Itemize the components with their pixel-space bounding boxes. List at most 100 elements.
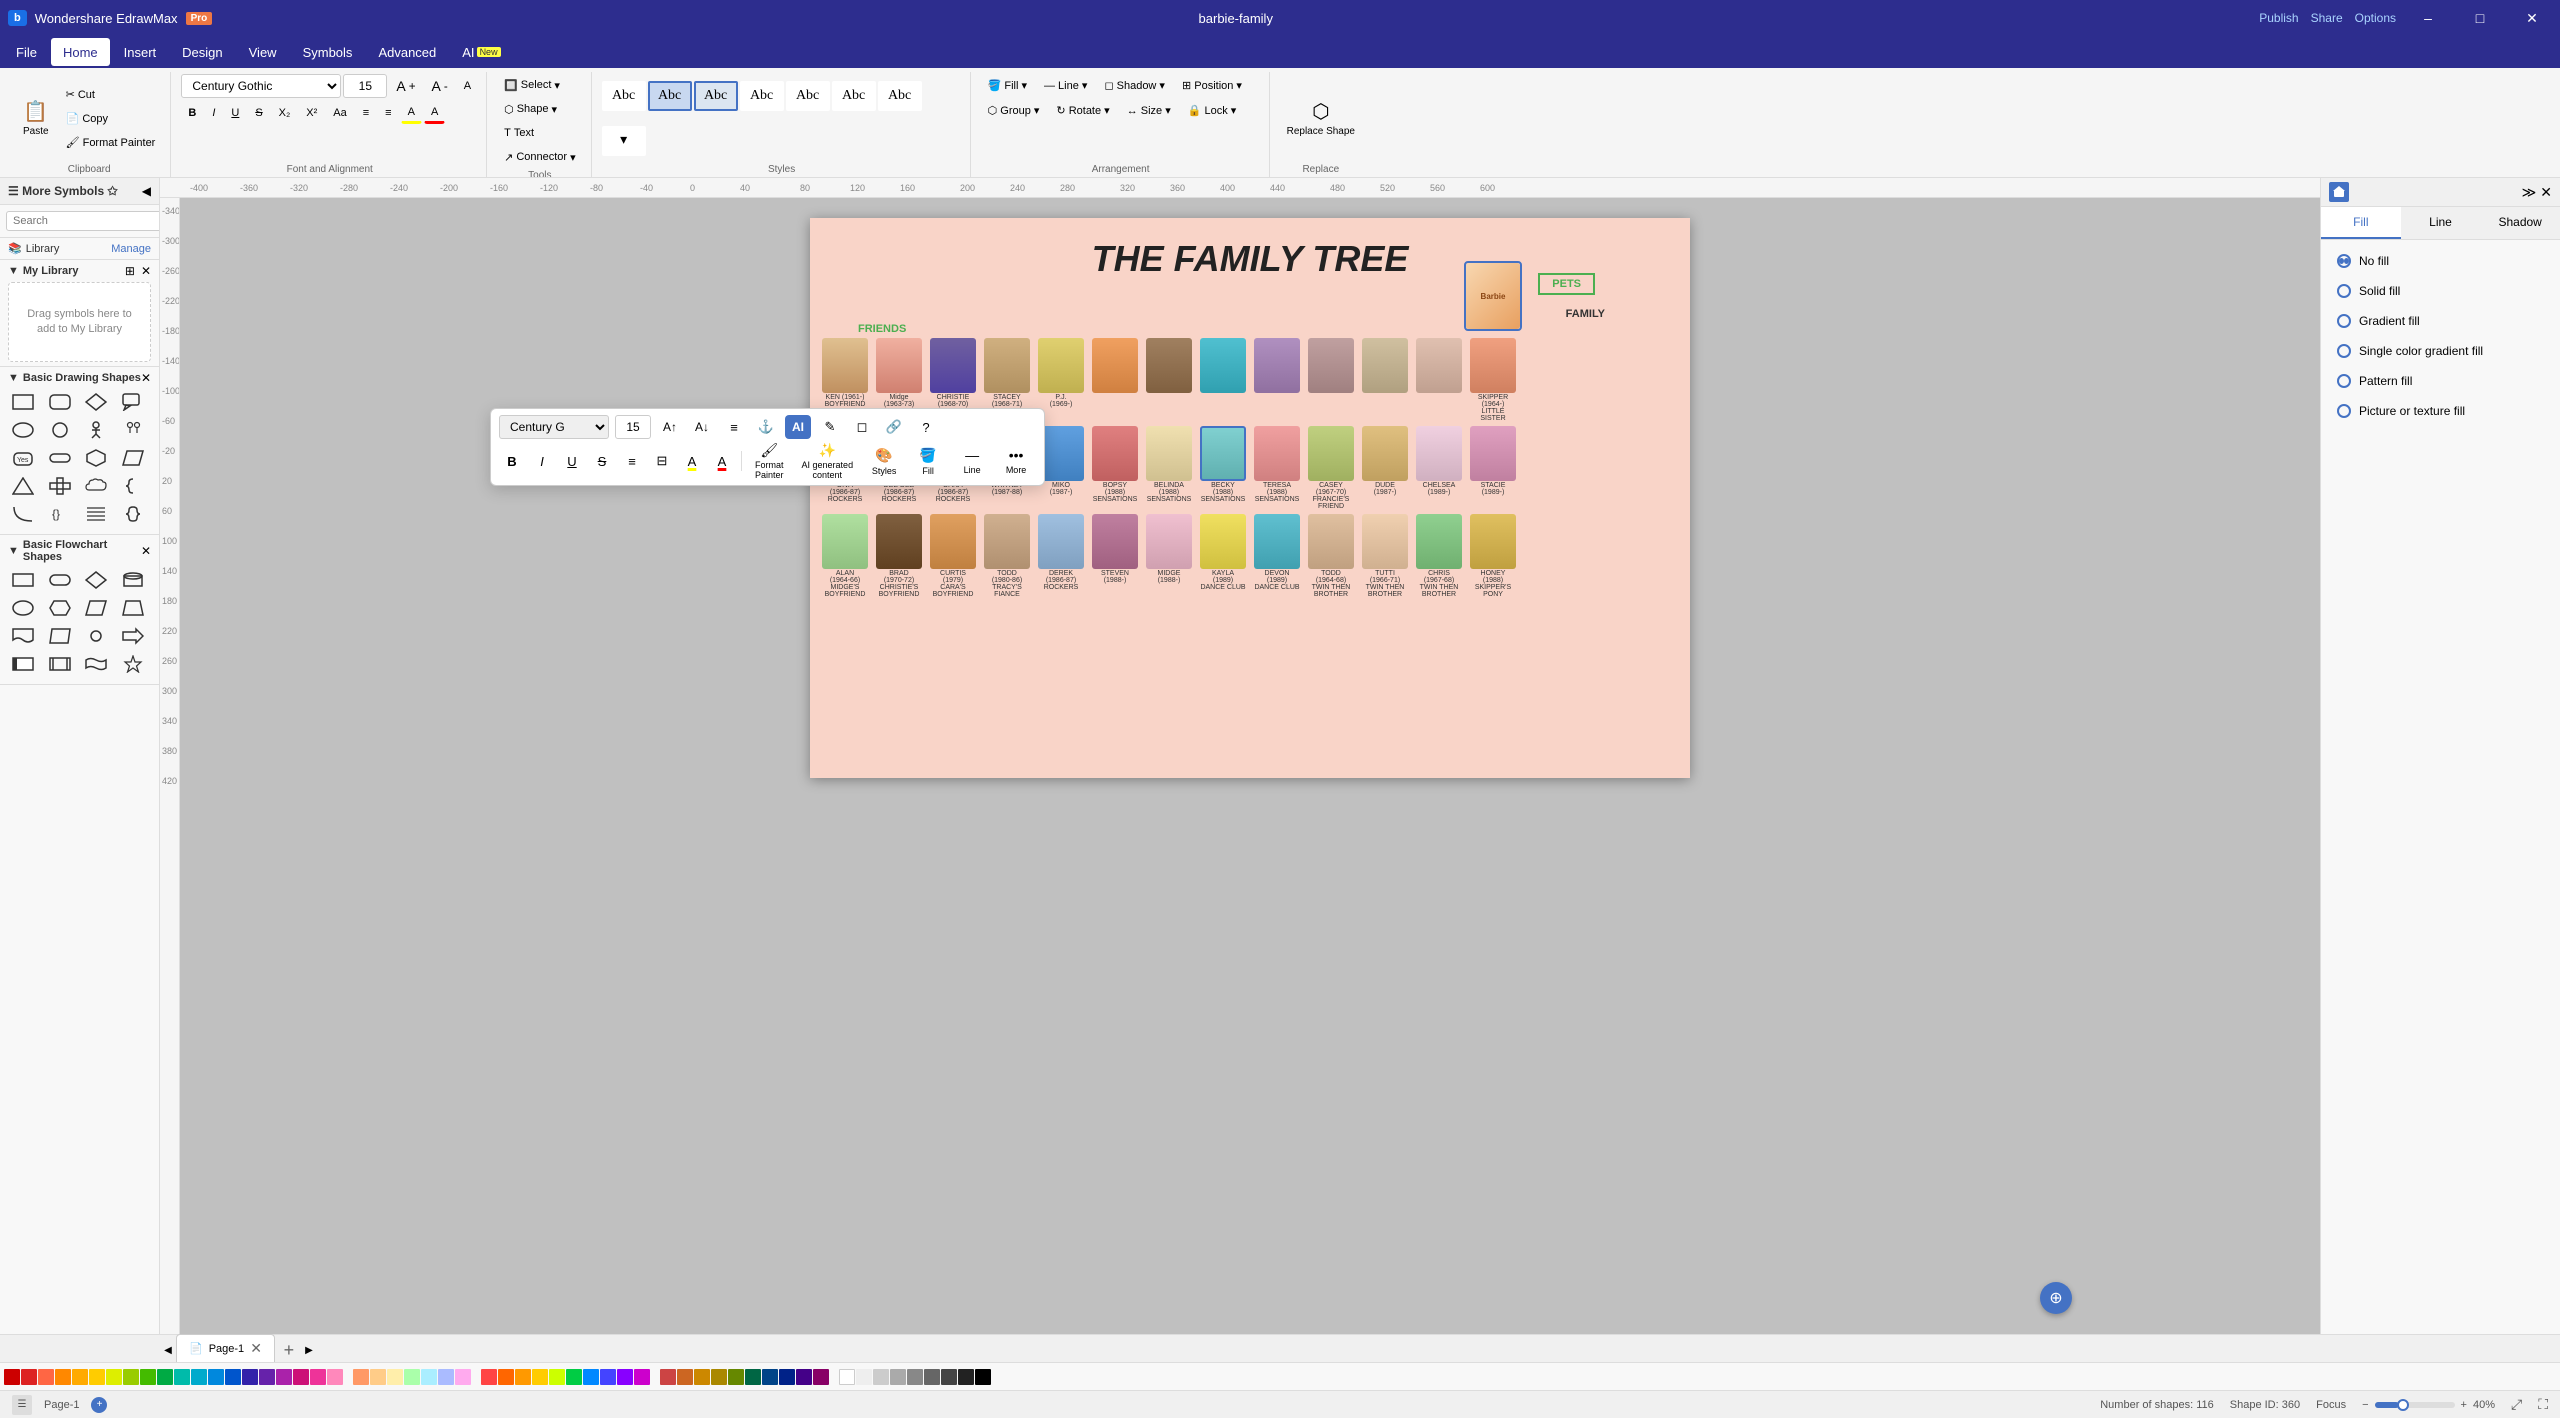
format-painter-button[interactable]: 🖌 Format Painter: [59, 131, 163, 153]
shape-corner[interactable]: [8, 501, 38, 526]
shape-bracket[interactable]: [118, 501, 148, 526]
color-r9[interactable]: [617, 1369, 633, 1385]
tt-line-button[interactable]: — Line: [952, 443, 992, 479]
canvas-area[interactable]: THE FAMILY TREE FRIENDS PETS FAMILY Barb…: [180, 198, 2320, 1334]
bold-button[interactable]: B: [181, 102, 203, 124]
decrease-font-button[interactable]: A-: [425, 75, 455, 97]
style-swatch-2[interactable]: Abc: [648, 81, 692, 111]
color-white[interactable]: [839, 1369, 855, 1385]
color-green-dark[interactable]: [157, 1369, 173, 1385]
right-tab-fill[interactable]: Fill: [2321, 207, 2401, 239]
color-magenta[interactable]: [276, 1369, 292, 1385]
zoom-out-button[interactable]: −: [2362, 1399, 2368, 1411]
color-blue-dark[interactable]: [225, 1369, 241, 1385]
publish-button[interactable]: Publish: [2259, 11, 2298, 25]
font-size-input[interactable]: [343, 74, 387, 98]
single-color-gradient-radio[interactable]: [2337, 344, 2351, 358]
shape-group-person[interactable]: [118, 417, 148, 442]
text-case-button[interactable]: Aa: [326, 102, 353, 124]
color-peach[interactable]: [353, 1369, 369, 1385]
style-swatch-6[interactable]: Abc: [832, 81, 876, 111]
shape-badge[interactable]: Yes: [8, 445, 38, 470]
style-swatch-3[interactable]: Abc: [694, 81, 738, 111]
page-prev-button[interactable]: ◀: [160, 1338, 176, 1362]
color-r2[interactable]: [498, 1369, 514, 1385]
tt-clear-button[interactable]: ◻: [849, 415, 875, 439]
color-rose[interactable]: [455, 1369, 471, 1385]
tt-styles-button[interactable]: 🎨 Styles: [864, 443, 904, 479]
color-s7[interactable]: [762, 1369, 778, 1385]
italic-button[interactable]: I: [205, 102, 222, 124]
color-s5[interactable]: [728, 1369, 744, 1385]
style-swatch-4[interactable]: Abc: [740, 81, 784, 111]
fit-page-button[interactable]: ⤢: [2511, 1396, 2522, 1413]
tt-format-painter-button[interactable]: 🖌 FormatPainter: [748, 443, 791, 479]
fc-hexagon[interactable]: [45, 595, 75, 620]
color-pink-dark[interactable]: [293, 1369, 309, 1385]
add-page-button[interactable]: +: [277, 1338, 301, 1362]
tt-list-button[interactable]: ≡: [619, 449, 645, 473]
fc-cylinder[interactable]: [118, 567, 148, 592]
color-gray-mid[interactable]: [907, 1369, 923, 1385]
font-color-button[interactable]: A: [457, 75, 478, 97]
copy-button[interactable]: 📄 Copy: [59, 107, 163, 129]
page-tab-1[interactable]: 📄 Page-1 ✕: [176, 1334, 275, 1362]
tt-color-button[interactable]: A: [709, 449, 735, 473]
shape-diamond[interactable]: [81, 389, 111, 414]
fc-arrow[interactable]: [118, 623, 148, 648]
text-button[interactable]: T Text: [497, 122, 583, 144]
manage-link[interactable]: Manage: [111, 243, 151, 255]
picture-fill-radio[interactable]: [2337, 404, 2351, 418]
fc-star[interactable]: [118, 651, 148, 676]
page-add-status[interactable]: +: [91, 1397, 107, 1413]
color-indigo[interactable]: [242, 1369, 258, 1385]
fill-option-gradient[interactable]: Gradient fill: [2329, 308, 2552, 334]
tt-bold-button[interactable]: B: [499, 449, 525, 473]
increase-font-button[interactable]: A+: [389, 75, 422, 97]
underline-button[interactable]: U: [224, 102, 246, 124]
fc-tape[interactable]: [81, 651, 111, 676]
shape-cloud[interactable]: [81, 473, 111, 498]
color-s6[interactable]: [745, 1369, 761, 1385]
menu-design[interactable]: Design: [170, 38, 234, 66]
basic-drawing-shapes-header[interactable]: ▼ Basic Drawing Shapes ✕: [8, 371, 151, 385]
color-blue[interactable]: [208, 1369, 224, 1385]
shape-person[interactable]: [81, 417, 111, 442]
tt-ai-button[interactable]: AI: [785, 415, 811, 439]
shape-rectangle[interactable]: [8, 389, 38, 414]
color-orange-red[interactable]: [38, 1369, 54, 1385]
paste-button[interactable]: 📋 Paste: [16, 90, 56, 146]
color-skin[interactable]: [370, 1369, 386, 1385]
tt-edit-button[interactable]: ✎: [817, 415, 843, 439]
menu-home[interactable]: Home: [51, 38, 110, 66]
menu-symbols[interactable]: Symbols: [291, 38, 365, 66]
shape-pill[interactable]: [45, 445, 75, 470]
color-s9[interactable]: [796, 1369, 812, 1385]
right-tab-shadow[interactable]: Shadow: [2480, 207, 2560, 239]
fc-connector[interactable]: [81, 623, 111, 648]
color-gray-dark[interactable]: [924, 1369, 940, 1385]
fc-trapezoid[interactable]: [118, 595, 148, 620]
panel-expand-button[interactable]: ◀: [142, 184, 151, 198]
color-r1[interactable]: [481, 1369, 497, 1385]
menu-file[interactable]: File: [4, 38, 49, 66]
zoom-in-button[interactable]: +: [2461, 1399, 2467, 1411]
menu-ai[interactable]: AI New: [450, 38, 512, 66]
tt-strikethrough-button[interactable]: S: [589, 449, 615, 473]
fill-option-solid[interactable]: Solid fill: [2329, 278, 2552, 304]
no-fill-radio[interactable]: [2337, 254, 2351, 268]
color-gray-darkest[interactable]: [958, 1369, 974, 1385]
connector-button[interactable]: ↗ Connector ▾: [497, 146, 583, 168]
tt-link-button[interactable]: 🔗: [881, 415, 907, 439]
tt-align-left-button[interactable]: ≡: [721, 415, 747, 439]
color-s8[interactable]: [779, 1369, 795, 1385]
color-gray-darker[interactable]: [941, 1369, 957, 1385]
highlight-button[interactable]: A: [401, 102, 422, 124]
subscript-button[interactable]: X₂: [272, 102, 298, 124]
maximize-button[interactable]: □: [2460, 0, 2500, 36]
close-drawing-shapes[interactable]: ✕: [141, 371, 151, 385]
position-button[interactable]: ⊞ Position ▾: [1175, 74, 1249, 96]
size-button[interactable]: ↔ Size ▾: [1120, 99, 1178, 121]
color-s10[interactable]: [813, 1369, 829, 1385]
right-panel-close-button[interactable]: ✕: [2540, 184, 2552, 201]
